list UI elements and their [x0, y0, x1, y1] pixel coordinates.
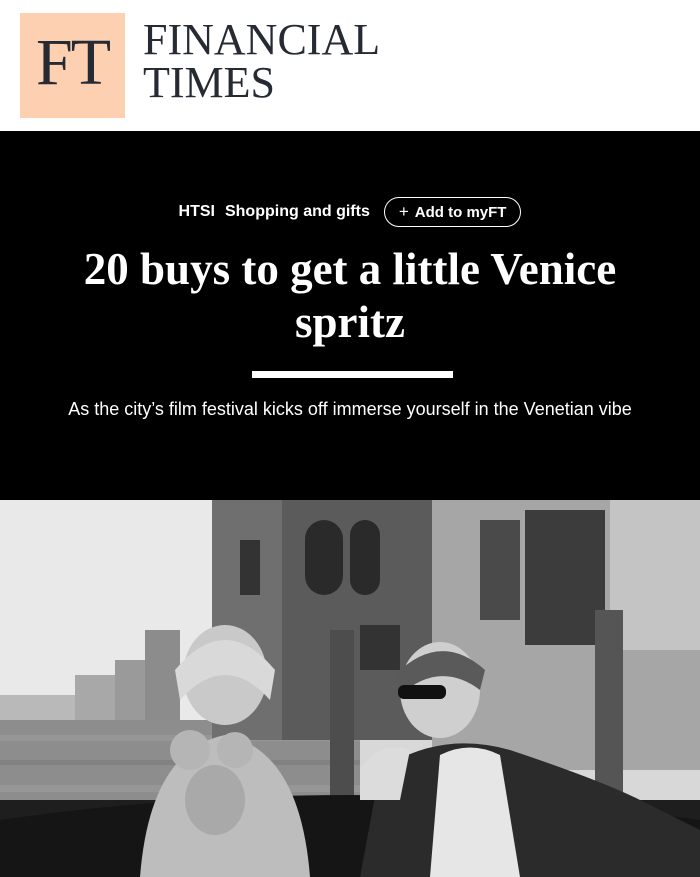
photo-scene	[0, 500, 700, 877]
wordmark-line-2: TIMES	[143, 58, 275, 107]
topic-bar: HTSI Shopping and gifts + Add to myFT	[0, 197, 700, 227]
masthead: FT FINANCIAL TIMES	[0, 0, 700, 131]
wordmark-line-1: FINANCIAL	[143, 15, 381, 64]
article-standfirst: As the city’s film festival kicks off im…	[68, 399, 632, 419]
add-to-myft-label: Add to myFT	[414, 203, 507, 221]
ft-logo-text: FT	[35, 25, 111, 99]
topic-link-shopping[interactable]: Shopping and gifts	[225, 203, 370, 221]
article-hero: HTSI Shopping and gifts + Add to myFT 20…	[0, 131, 700, 500]
headline-rule	[252, 371, 453, 378]
topic-link-htsi[interactable]: HTSI	[179, 203, 215, 221]
add-to-myft-button[interactable]: + Add to myFT	[383, 197, 522, 227]
ft-wordmark[interactable]: FINANCIAL TIMES	[143, 15, 381, 107]
ft-logo[interactable]: FT	[20, 13, 125, 118]
plus-icon: +	[398, 202, 409, 221]
article-main-image	[0, 500, 700, 877]
article-headline: 20 buys to get a little Venice spritz	[83, 244, 617, 347]
